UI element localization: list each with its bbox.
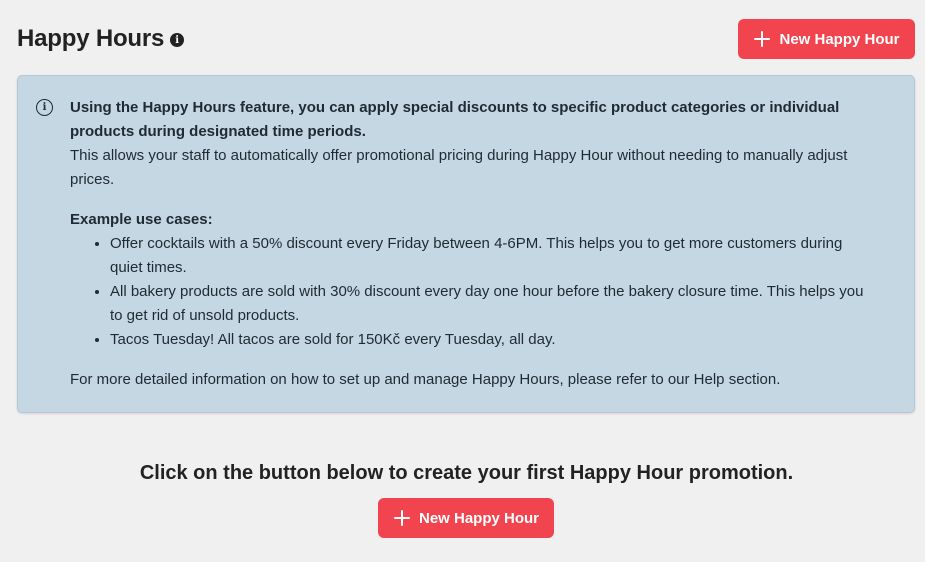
info-circle-icon[interactable]: i xyxy=(170,33,185,47)
empty-state-action: New Happy Hour xyxy=(378,498,554,538)
happy-hours-page: Happy Hours i New Happy Hour i Using the… xyxy=(0,0,925,562)
intro-text: This allows your staff to automatically … xyxy=(70,147,848,188)
new-happy-hour-button-label: New Happy Hour xyxy=(779,30,900,48)
plus-icon xyxy=(753,30,771,48)
info-outline-icon: i xyxy=(36,99,53,116)
page-title: Happy Hours xyxy=(17,25,165,52)
example-item: All bakery products are sold with 30% di… xyxy=(110,280,870,328)
examples-heading: Example use cases: xyxy=(70,211,213,228)
info-callout: i Using the Happy Hours feature, you can… xyxy=(17,75,915,413)
info-callout-content: Using the Happy Hours feature, you can a… xyxy=(70,96,870,392)
plus-icon xyxy=(393,509,411,527)
example-item: Offer cocktails with a 50% discount ever… xyxy=(110,232,870,280)
create-first-happy-hour-button[interactable]: New Happy Hour xyxy=(378,498,554,538)
examples-list: Offer cocktails with a 50% discount ever… xyxy=(110,232,870,352)
create-first-happy-hour-button-label: New Happy Hour xyxy=(418,509,539,527)
empty-state-message: Click on the button below to create your… xyxy=(139,462,794,484)
example-item: Tacos Tuesday! All tacos are sold for 15… xyxy=(110,328,870,352)
intro-bold-text: Using the Happy Hours feature, you can a… xyxy=(70,99,840,140)
page-header: Happy Hours i New Happy Hour xyxy=(17,19,915,59)
title-wrap: Happy Hours i xyxy=(17,25,185,53)
help-note: For more detailed information on how to … xyxy=(70,371,781,388)
new-happy-hour-button[interactable]: New Happy Hour xyxy=(738,19,915,59)
